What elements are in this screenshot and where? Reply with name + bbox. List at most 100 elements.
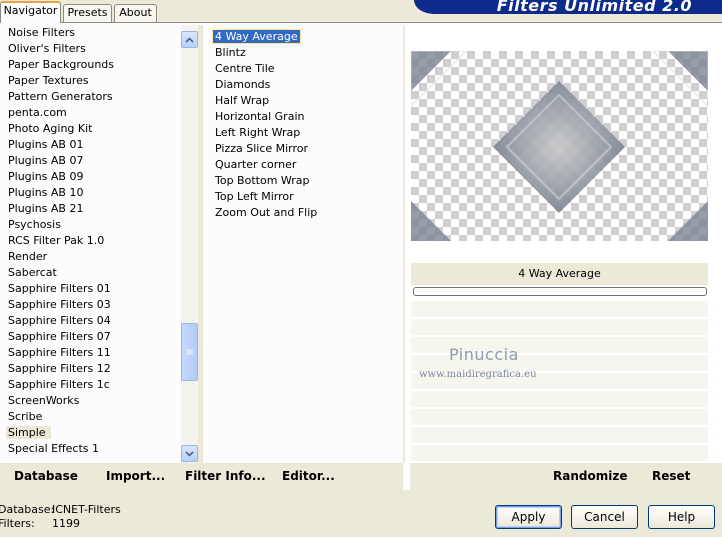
filter-item-label: Top Left Mirror	[215, 190, 294, 203]
category-scrollbar[interactable]	[181, 25, 198, 463]
tab-presets[interactable]: Presets	[63, 4, 112, 22]
filter-item-label: Left Right Wrap	[215, 126, 301, 139]
filter-item-label: Quarter corner	[215, 158, 297, 171]
category-item-label: Scribe	[8, 410, 43, 423]
category-item[interactable]: Oliver's Filters	[0, 41, 181, 57]
category-item[interactable]: Plugins AB 10	[0, 185, 181, 201]
category-item-label: Paper Backgrounds	[8, 58, 115, 71]
list-divider	[198, 25, 203, 463]
category-item[interactable]: Plugins AB 21	[0, 201, 181, 217]
filter-item[interactable]: Half Wrap	[205, 93, 403, 109]
database-info: Database: ICNET-Filters Filters: 1199	[0, 503, 121, 531]
category-item[interactable]: Render	[0, 249, 181, 265]
category-item-label: Special Effects 1	[8, 442, 100, 455]
category-item[interactable]: ScreenWorks	[0, 393, 181, 409]
category-item[interactable]: Sapphire Filters 03	[0, 297, 181, 313]
grip-icon	[186, 349, 193, 354]
app-title: Filters Unlimited 2.0	[496, 0, 692, 14]
filter-item-label: Diamonds	[215, 78, 271, 91]
category-item-label: Paper Textures	[8, 74, 89, 87]
category-item[interactable]: Scribe	[0, 409, 181, 425]
category-item[interactable]: Plugins AB 07	[0, 153, 181, 169]
category-item-label: Simple	[6, 426, 51, 439]
category-item[interactable]: Special Effects 1	[0, 441, 181, 457]
category-item[interactable]: Plugins AB 09	[0, 169, 181, 185]
category-item-label: Sapphire Filters 07	[8, 330, 111, 343]
category-item-label: Plugins AB 10	[8, 186, 84, 199]
filter-item[interactable]: 4 Way Average	[205, 29, 403, 45]
database-label: Database:	[0, 503, 55, 516]
scroll-up-button[interactable]	[181, 31, 198, 48]
category-item-label: Sapphire Filters 1c	[8, 378, 110, 391]
scroll-thumb[interactable]	[181, 323, 198, 381]
category-item[interactable]: Paper Backgrounds	[0, 57, 181, 73]
category-item[interactable]: Sapphire Filters 01	[0, 281, 181, 297]
category-item-label: Noise Filters	[8, 26, 75, 39]
filter-item[interactable]: Top Bottom Wrap	[205, 173, 403, 189]
filter-item-label: Half Wrap	[215, 94, 270, 107]
category-item-label: Sapphire Filters 01	[8, 282, 111, 295]
chevron-up-icon	[185, 36, 194, 43]
filter-item[interactable]: Top Left Mirror	[205, 189, 403, 205]
randomize-button[interactable]: Randomize	[553, 469, 627, 483]
filter-item-label: 4 Way Average	[212, 29, 301, 44]
category-item[interactable]: penta.com	[0, 105, 181, 121]
filter-item[interactable]: Left Right Wrap	[205, 125, 403, 141]
help-button[interactable]: Help	[648, 505, 715, 529]
filter-item[interactable]: Diamonds	[205, 77, 403, 93]
category-item-label: Sapphire Filters 12	[8, 362, 111, 375]
category-item-label: Photo Aging Kit	[8, 122, 93, 135]
category-item-label: Plugins AB 01	[8, 138, 84, 151]
filter-list[interactable]: 4 Way Average Blintz Centre Tile Diamonds Ha…	[205, 29, 403, 463]
category-item-label: penta.com	[8, 106, 67, 119]
category-item-label: Plugins AB 21	[8, 202, 84, 215]
watermark-title: Pinuccia	[449, 345, 519, 364]
reset-button[interactable]: Reset	[652, 469, 690, 483]
header-banner: Filters Unlimited 2.0	[414, 0, 722, 14]
category-item-label: Plugins AB 07	[8, 154, 84, 167]
filter-item[interactable]: Blintz	[205, 45, 403, 61]
category-item-label: Pattern Generators	[8, 90, 113, 103]
category-item[interactable]: RCS Filter Pak 1.0	[0, 233, 181, 249]
preview-image	[411, 51, 708, 241]
category-item[interactable]: Psychosis	[0, 217, 181, 233]
category-item[interactable]: Sapphire Filters 04	[0, 313, 181, 329]
category-item[interactable]: Paper Textures	[0, 73, 181, 89]
category-item[interactable]: Plugins AB 01	[0, 137, 181, 153]
category-item[interactable]: Noise Filters	[0, 25, 181, 41]
database-button[interactable]: Database	[14, 469, 78, 483]
filter-item[interactable]: Horizontal Grain	[205, 109, 403, 125]
category-item-label: Oliver's Filters	[8, 42, 86, 55]
navigator-panel: Noise Filters Oliver's Filters Paper Backg…	[0, 22, 722, 491]
category-item-label: Plugins AB 09	[8, 170, 84, 183]
filter-item-label: Zoom Out and Flip	[215, 206, 318, 219]
category-item-label: Sapphire Filters 04	[8, 314, 111, 327]
filter-item[interactable]: Pizza Slice Mirror	[205, 141, 403, 157]
scroll-down-button[interactable]	[181, 445, 198, 462]
category-item[interactable]: Pattern Generators	[0, 89, 181, 105]
filter-item[interactable]: Centre Tile	[205, 61, 403, 77]
tab-navigator[interactable]: Navigator	[0, 1, 61, 23]
category-item-label: Sapphire Filters 11	[8, 346, 111, 359]
editor-button[interactable]: Editor...	[282, 469, 335, 483]
category-item[interactable]: Sabercat	[0, 265, 181, 281]
chevron-down-icon	[185, 450, 194, 457]
watermark-url: www.maidiregrafica.eu	[419, 369, 537, 380]
tab-about[interactable]: About	[114, 4, 157, 22]
preview-caption: 4 Way Average	[411, 263, 708, 285]
progress-bar	[413, 287, 707, 296]
category-item-label: RCS Filter Pak 1.0	[8, 234, 105, 247]
apply-button[interactable]: Apply	[495, 505, 562, 529]
category-list[interactable]: Noise Filters Oliver's Filters Paper Backg…	[0, 25, 181, 463]
category-item[interactable]: Photo Aging Kit	[0, 121, 181, 137]
import-button[interactable]: Import...	[106, 469, 165, 483]
cancel-button[interactable]: Cancel	[571, 505, 638, 529]
category-item[interactable]: Sapphire Filters 07	[0, 329, 181, 345]
filter-item[interactable]: Zoom Out and Flip	[205, 205, 403, 221]
filter-item[interactable]: Quarter corner	[205, 157, 403, 173]
filter-info-button[interactable]: Filter Info...	[185, 469, 266, 483]
category-item[interactable]: Sapphire Filters 1c	[0, 377, 181, 393]
category-item[interactable]: Simple	[0, 425, 181, 441]
category-item[interactable]: Sapphire Filters 12	[0, 361, 181, 377]
category-item[interactable]: Sapphire Filters 11	[0, 345, 181, 361]
